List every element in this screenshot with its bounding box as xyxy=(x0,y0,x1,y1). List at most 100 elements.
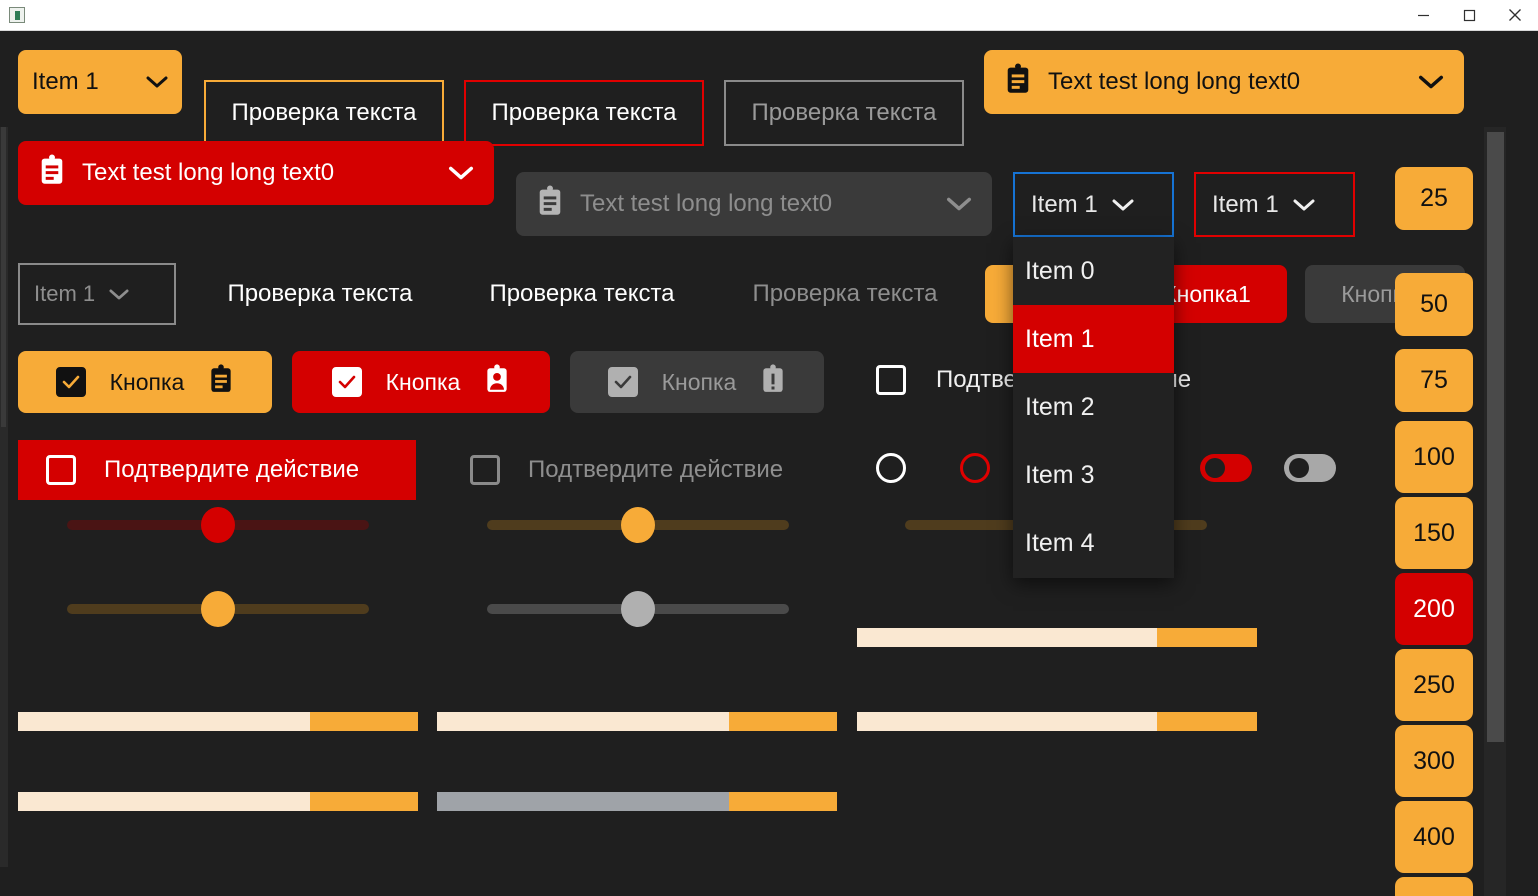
slider-grey xyxy=(487,591,789,627)
checkbox-confirm-disabled-label: Подтвердите действие xyxy=(528,456,784,483)
vertical-scrollbar-thumb[interactable] xyxy=(1487,132,1504,742)
button-outline-disabled: Проверка текста xyxy=(724,80,964,146)
checkbox-unchecked-icon xyxy=(470,455,500,485)
combo-item1-disabled: Item 1 xyxy=(18,263,176,325)
combo-item1-red-label: Item 1 xyxy=(1212,190,1279,218)
label-flat-disabled: Проверка текста xyxy=(752,280,938,307)
combo-item1-focused[interactable]: Item 1 xyxy=(1013,172,1174,237)
combo-item1-amber-label: Item 1 xyxy=(32,68,99,95)
dropdown-option-4[interactable]: Item 4 xyxy=(1013,509,1174,577)
side-button-300[interactable]: 300 xyxy=(1395,725,1473,797)
chevron-down-icon xyxy=(109,288,129,301)
progress-1 xyxy=(18,712,418,731)
combo-item1-red[interactable]: Item 1 xyxy=(1194,172,1355,237)
left-scrollbar[interactable] xyxy=(0,127,8,867)
side-button-100[interactable]: 100 xyxy=(1395,421,1473,493)
window-controls xyxy=(1400,0,1538,31)
side-button-50[interactable]: 50 xyxy=(1395,273,1473,336)
maximize-button[interactable] xyxy=(1446,0,1492,31)
progress-4 xyxy=(18,792,418,811)
progress-5-grey xyxy=(437,792,837,811)
checkbutton-amber[interactable]: Кнопка xyxy=(18,351,272,413)
slider-amber-handle[interactable] xyxy=(621,507,655,543)
side-button-250[interactable]: 250 xyxy=(1395,649,1473,721)
progress-rest xyxy=(1157,712,1257,731)
progress-fill xyxy=(437,712,729,731)
progress-rest xyxy=(729,712,837,731)
progress-fill xyxy=(857,712,1157,731)
progress-rest xyxy=(729,792,837,811)
progress-rest xyxy=(310,712,418,731)
checkbutton-red-label: Кнопка xyxy=(385,368,461,395)
radio-white[interactable] xyxy=(876,453,906,483)
close-button[interactable] xyxy=(1492,0,1538,31)
dropdown-option-1[interactable]: Item 1 xyxy=(1013,305,1174,373)
button-outline-red[interactable]: Проверка текста xyxy=(464,80,704,146)
dropdown-option-3[interactable]: Item 3 xyxy=(1013,441,1174,509)
checkbox-unchecked-icon[interactable] xyxy=(46,455,76,485)
side-button-75[interactable]: 75 xyxy=(1395,349,1473,412)
checkbox-confirm-red[interactable]: Подтвердите действие xyxy=(18,440,416,500)
side-button-200[interactable]: 200 xyxy=(1395,573,1473,645)
progress-rest xyxy=(1157,628,1257,647)
clipboard-icon xyxy=(38,153,66,193)
side-button-500[interactable]: 500 xyxy=(1395,877,1473,896)
button-outline-amber[interactable]: Проверка текста xyxy=(204,80,444,146)
side-button-25[interactable]: 25 xyxy=(1395,167,1473,230)
slider-amber-2[interactable] xyxy=(67,591,369,627)
combo-item1-disabled-label: Item 1 xyxy=(34,281,96,306)
client-area: Item 1 Проверка текста Проверка текста П… xyxy=(0,31,1538,896)
slider-amber[interactable] xyxy=(487,507,789,543)
progress-mid-right xyxy=(857,628,1257,647)
clipboard-icon xyxy=(208,364,234,400)
progress-fill xyxy=(857,628,1157,647)
slider-red[interactable] xyxy=(67,507,369,543)
checkbox-checked-icon[interactable] xyxy=(331,367,362,397)
progress-2 xyxy=(437,712,837,731)
combo-longtext-disabled: Text test long long text0 xyxy=(516,172,992,236)
side-button-150[interactable]: 150 xyxy=(1395,497,1473,569)
clipboard-icon xyxy=(1004,62,1032,102)
combo-item1-amber[interactable]: Item 1 xyxy=(18,50,182,114)
checkbutton-disabled-label: Кнопка xyxy=(661,368,737,395)
left-scrollbar-thumb[interactable] xyxy=(1,127,6,427)
dropdown-option-0[interactable]: Item 0 xyxy=(1013,237,1174,305)
slider-amber-2-handle[interactable] xyxy=(201,591,235,627)
checkbox-checked-icon[interactable] xyxy=(55,367,86,397)
checkbutton-red[interactable]: Кнопка xyxy=(292,351,550,413)
combo-longtext-amber-label: Text test long long text0 xyxy=(1048,68,1301,95)
progress-rest xyxy=(310,792,418,811)
combo-longtext-red[interactable]: Text test long long text0 xyxy=(18,141,494,205)
combo-longtext-amber[interactable]: Text test long long text0 xyxy=(984,50,1464,114)
toggle-off[interactable] xyxy=(1284,454,1336,482)
dropdown-popup[interactable]: Item 0 Item 1 Item 2 Item 3 Item 4 xyxy=(1013,237,1174,578)
combo-longtext-disabled-label: Text test long long text0 xyxy=(580,190,833,217)
label-flat-1[interactable]: Проверка текста xyxy=(200,263,440,325)
radio-red[interactable] xyxy=(960,453,990,483)
dropdown-option-2[interactable]: Item 2 xyxy=(1013,373,1174,441)
side-button-400[interactable]: 400 xyxy=(1395,801,1473,873)
chevron-down-icon xyxy=(1112,198,1134,212)
vertical-scrollbar[interactable] xyxy=(1484,127,1506,896)
checkbutton-disabled: Кнопка xyxy=(570,351,824,413)
chevron-down-icon xyxy=(1293,198,1315,212)
toggle-on[interactable] xyxy=(1200,454,1252,482)
clipboard-icon xyxy=(536,184,564,224)
title-bar xyxy=(0,0,1538,31)
progress-3 xyxy=(857,712,1257,731)
chevron-down-icon xyxy=(1418,74,1444,90)
chevron-down-icon xyxy=(448,165,474,181)
label-flat-2[interactable]: Проверка текста xyxy=(462,263,702,325)
combo-longtext-red-label: Text test long long text0 xyxy=(82,159,335,186)
checkbox-checked-icon xyxy=(607,367,638,397)
checkbox-confirm-disabled: Подтвердите действие xyxy=(470,440,783,500)
clipboard-alert-icon xyxy=(760,364,786,400)
minimize-button[interactable] xyxy=(1400,0,1446,31)
progress-fill xyxy=(18,712,310,731)
progress-fill xyxy=(18,792,310,811)
chevron-down-icon xyxy=(146,75,168,89)
checkbox-confirm-red-label: Подтвердите действие xyxy=(104,456,360,483)
checkbutton-amber-label: Кнопка xyxy=(109,368,185,395)
slider-red-handle[interactable] xyxy=(201,507,235,543)
checkbox-unchecked-icon[interactable] xyxy=(876,365,906,395)
